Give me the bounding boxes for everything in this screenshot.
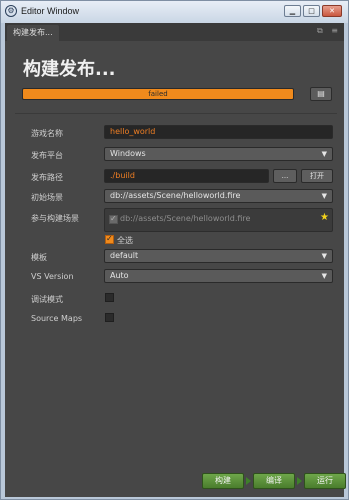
menu-icon[interactable]: ≡	[331, 26, 338, 35]
divider	[15, 113, 337, 114]
window-border	[344, 23, 348, 499]
progress-status: failed	[148, 90, 168, 98]
chevron-down-icon: ▼	[321, 150, 327, 158]
open-log-button[interactable]: ▤	[310, 87, 332, 101]
document-icon: ▤	[317, 89, 325, 98]
arrow-right-icon	[297, 477, 302, 485]
arrow-right-icon	[246, 477, 251, 485]
tab-build-publish[interactable]: 构建发布...	[7, 25, 59, 41]
template-value: default	[110, 251, 139, 260]
start-scene-select[interactable]: db://assets/Scene/helloworld.fire ▼	[104, 189, 333, 203]
source-maps-label: Source Maps	[31, 314, 83, 323]
start-scene-value: db://assets/Scene/helloworld.fire	[110, 191, 241, 200]
build-path-label: 发布路径	[31, 173, 63, 182]
vs-version-select[interactable]: Auto ▼	[104, 269, 333, 283]
open-folder-button[interactable]: 打开	[301, 169, 333, 183]
select-all-label: 全选	[117, 236, 133, 245]
chevron-down-icon: ▼	[321, 252, 327, 260]
browse-button[interactable]: ...	[273, 169, 297, 183]
platform-label: 发布平台	[31, 151, 63, 160]
vs-version-label: VS Version	[31, 272, 74, 281]
title-bar[interactable]: ⚙ Editor Window ▁ □ ✕	[1, 1, 348, 23]
window-title: Editor Window	[21, 6, 80, 16]
star-icon: ★	[320, 212, 329, 223]
build-path-field[interactable]: ./build	[104, 169, 269, 183]
maximize-button[interactable]: □	[303, 5, 320, 17]
source-maps-checkbox[interactable]	[105, 313, 114, 322]
included-scenes-label: 参与构建场景	[31, 214, 79, 223]
game-name-field[interactable]: hello_world	[104, 125, 333, 139]
debug-mode-checkbox[interactable]	[105, 293, 114, 302]
run-button[interactable]: 运行	[304, 473, 346, 489]
tab-icons: ⧉ ≡	[311, 26, 338, 36]
template-label: 模板	[31, 253, 47, 262]
page-title: 构建发布...	[23, 59, 116, 80]
build-progress-bar: failed	[22, 88, 294, 100]
scene-list: ✓ db://assets/Scene/helloworld.fire ★	[104, 208, 333, 232]
template-select[interactable]: default ▼	[104, 249, 333, 263]
build-button[interactable]: 构建	[202, 473, 244, 489]
scene-item-label: db://assets/Scene/helloworld.fire	[120, 214, 251, 223]
start-scene-label: 初始场景	[31, 193, 63, 202]
editor-window: ⚙ Editor Window ▁ □ ✕ 构建发布... ⧉ ≡ 构建发布..…	[0, 0, 349, 500]
minimize-button[interactable]: ▁	[284, 5, 301, 17]
platform-value: Windows	[110, 149, 146, 158]
select-all-checkbox[interactable]: ✓	[105, 234, 114, 244]
app-icon: ⚙	[5, 5, 17, 17]
duplicate-icon[interactable]: ⧉	[317, 26, 323, 35]
check-icon: ✓	[106, 234, 113, 243]
scene-checkbox[interactable]: ✓	[109, 214, 118, 224]
chevron-down-icon: ▼	[321, 272, 327, 280]
check-icon: ✓	[110, 214, 117, 223]
chevron-down-icon: ▼	[321, 192, 327, 200]
game-name-label: 游戏名称	[31, 129, 63, 138]
tab-bar: 构建发布... ⧉ ≡	[5, 23, 344, 41]
build-panel: 构建发布... failed ▤ 游戏名称 hello_world 发布平台 W…	[5, 41, 344, 497]
close-button[interactable]: ✕	[322, 5, 342, 17]
vs-version-value: Auto	[110, 271, 129, 280]
debug-mode-label: 调试模式	[31, 295, 63, 304]
platform-select[interactable]: Windows ▼	[104, 147, 333, 161]
compile-button[interactable]: 编译	[253, 473, 295, 489]
